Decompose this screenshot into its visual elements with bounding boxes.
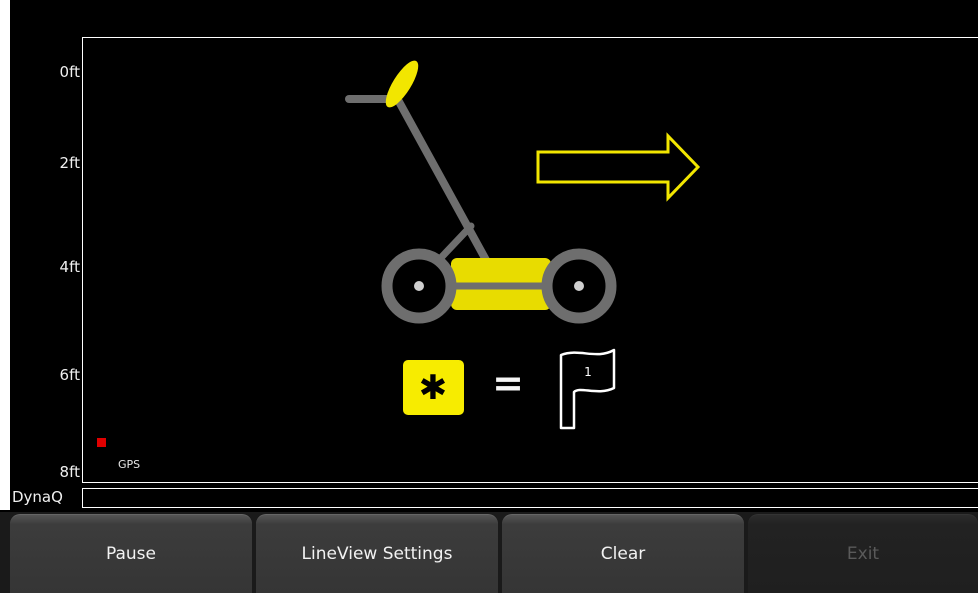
depth-label-6: 6ft xyxy=(59,366,80,384)
depth-label-4: 4ft xyxy=(59,258,80,276)
gps-status-indicator xyxy=(97,438,106,447)
depth-label-0: 0ft xyxy=(59,63,80,81)
pause-button[interactable]: Pause xyxy=(10,514,252,593)
left-edge-strip xyxy=(0,0,10,510)
lineview-plot[interactable] xyxy=(82,37,978,483)
clear-button[interactable]: Clear xyxy=(502,514,744,593)
dynaq-label: DynaQ xyxy=(12,488,63,506)
lineview-settings-button[interactable]: LineView Settings xyxy=(256,514,498,593)
dynaq-bar xyxy=(82,488,978,508)
gpr-screen: 0ft 2ft 4ft 6ft 8ft GPS DynaQ ✱ = 1 Paus… xyxy=(0,0,978,593)
depth-label-2: 2ft xyxy=(59,154,80,172)
gps-label: GPS xyxy=(118,458,141,471)
exit-button[interactable]: Exit xyxy=(748,514,978,593)
depth-label-8: 8ft xyxy=(59,463,80,481)
